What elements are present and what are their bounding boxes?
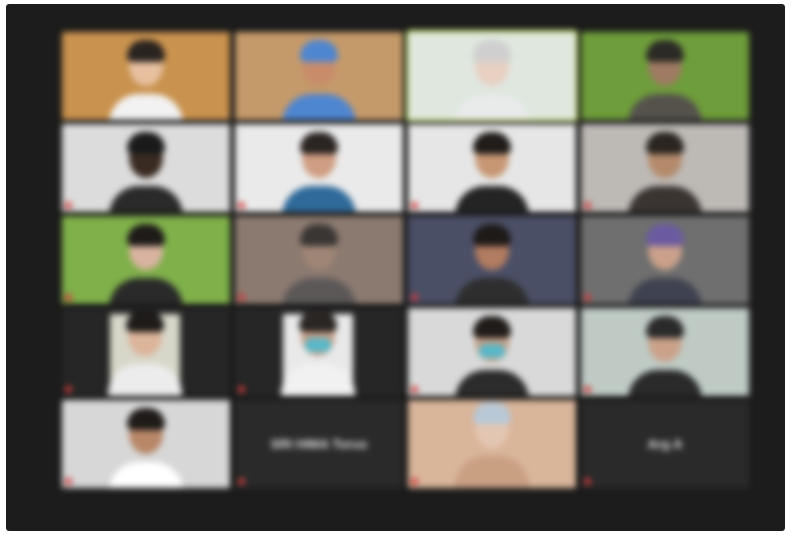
hair bbox=[127, 224, 165, 246]
face-mask bbox=[479, 344, 505, 358]
participant-tile[interactable] bbox=[408, 216, 576, 304]
shoulders bbox=[455, 456, 529, 488]
video-feed bbox=[453, 402, 531, 488]
participant-video-silhouette bbox=[282, 224, 356, 304]
participant-video-silhouette bbox=[109, 132, 183, 212]
hair bbox=[646, 132, 684, 154]
hair bbox=[473, 316, 511, 338]
hair bbox=[127, 132, 165, 154]
shoulders bbox=[282, 186, 356, 212]
participant-video-silhouette bbox=[628, 132, 702, 212]
hair bbox=[127, 408, 165, 430]
shoulders bbox=[455, 278, 529, 304]
face-mask bbox=[305, 338, 331, 352]
shoulders bbox=[109, 186, 183, 212]
muted-mic-icon bbox=[65, 478, 72, 485]
participant-tile[interactable] bbox=[581, 32, 749, 120]
muted-mic-icon bbox=[238, 386, 245, 393]
muted-mic-icon bbox=[584, 202, 591, 209]
participant-tile[interactable] bbox=[235, 32, 403, 120]
shoulders bbox=[109, 278, 183, 304]
shoulders bbox=[628, 186, 702, 212]
hair bbox=[646, 224, 684, 246]
muted-mic-icon bbox=[584, 478, 591, 485]
participant-video-silhouette bbox=[628, 316, 702, 396]
participant-video-silhouette bbox=[282, 40, 356, 120]
participant-tile[interactable] bbox=[62, 32, 230, 120]
participant-video-silhouette bbox=[455, 316, 529, 396]
hair bbox=[473, 402, 511, 424]
participant-tile[interactable] bbox=[62, 124, 230, 212]
participant-video-silhouette bbox=[455, 402, 529, 488]
shoulders bbox=[455, 186, 529, 212]
hair bbox=[473, 132, 511, 154]
participant-tile[interactable] bbox=[235, 124, 403, 212]
shoulders bbox=[109, 462, 183, 488]
participant-video-silhouette bbox=[628, 40, 702, 120]
participant-video-silhouette bbox=[628, 224, 702, 304]
hair bbox=[300, 40, 338, 62]
shoulders bbox=[109, 94, 183, 120]
muted-mic-icon bbox=[584, 386, 591, 393]
participant-video-silhouette bbox=[108, 310, 182, 396]
hair bbox=[126, 310, 164, 332]
muted-mic-icon bbox=[238, 478, 245, 485]
participant-tile[interactable] bbox=[408, 32, 576, 120]
shoulders bbox=[455, 94, 529, 120]
muted-mic-icon bbox=[65, 386, 72, 393]
muted-mic-icon bbox=[584, 294, 591, 301]
participant-video-silhouette bbox=[109, 224, 183, 304]
participant-video-silhouette bbox=[109, 408, 183, 488]
participant-name: Arg A bbox=[647, 436, 683, 452]
shoulders bbox=[628, 278, 702, 304]
participant-tile[interactable] bbox=[408, 124, 576, 212]
participant-tile[interactable] bbox=[581, 308, 749, 396]
video-feed bbox=[281, 310, 355, 396]
participant-tile[interactable] bbox=[235, 216, 403, 304]
shoulders bbox=[282, 278, 356, 304]
muted-mic-icon bbox=[65, 294, 72, 301]
muted-mic-icon bbox=[411, 386, 418, 393]
participant-tile[interactable] bbox=[581, 124, 749, 212]
participant-tile[interactable] bbox=[62, 400, 230, 488]
muted-mic-icon bbox=[238, 202, 245, 209]
participant-video-silhouette bbox=[455, 40, 529, 120]
muted-mic-icon bbox=[411, 478, 418, 485]
muted-mic-icon bbox=[238, 294, 245, 301]
shoulders bbox=[628, 94, 702, 120]
participant-video-silhouette bbox=[455, 132, 529, 212]
shoulders bbox=[455, 370, 529, 396]
shoulders bbox=[628, 370, 702, 396]
hair bbox=[473, 40, 511, 62]
hair bbox=[646, 316, 684, 338]
participant-video-silhouette bbox=[282, 132, 356, 212]
muted-mic-icon bbox=[65, 202, 72, 209]
hair bbox=[646, 40, 684, 62]
participant-tile[interactable] bbox=[408, 400, 576, 488]
participant-tile[interactable]: Arg A bbox=[581, 400, 749, 488]
participant-tile[interactable] bbox=[62, 308, 230, 396]
participant-video-silhouette bbox=[109, 40, 183, 120]
shoulders bbox=[282, 94, 356, 120]
hair bbox=[299, 310, 337, 332]
participant-tile[interactable] bbox=[62, 216, 230, 304]
participant-video-silhouette bbox=[455, 224, 529, 304]
shoulders bbox=[108, 364, 182, 396]
muted-mic-icon bbox=[411, 294, 418, 301]
hair bbox=[473, 224, 511, 246]
shoulders bbox=[281, 364, 355, 396]
participant-video-silhouette bbox=[281, 310, 355, 396]
participant-tile[interactable] bbox=[235, 308, 403, 396]
participant-tile[interactable] bbox=[581, 216, 749, 304]
muted-mic-icon bbox=[411, 202, 418, 209]
participant-name: SRI HIMA Torus bbox=[270, 436, 368, 452]
participant-gallery-grid: SRI HIMA Torus Arg A bbox=[62, 32, 749, 488]
hair bbox=[127, 40, 165, 62]
video-meeting-window: SRI HIMA Torus Arg A bbox=[6, 4, 785, 531]
hair bbox=[300, 224, 338, 246]
participant-tile[interactable] bbox=[408, 308, 576, 396]
video-feed bbox=[108, 310, 182, 396]
participant-tile[interactable]: SRI HIMA Torus bbox=[235, 400, 403, 488]
hair bbox=[300, 132, 338, 154]
